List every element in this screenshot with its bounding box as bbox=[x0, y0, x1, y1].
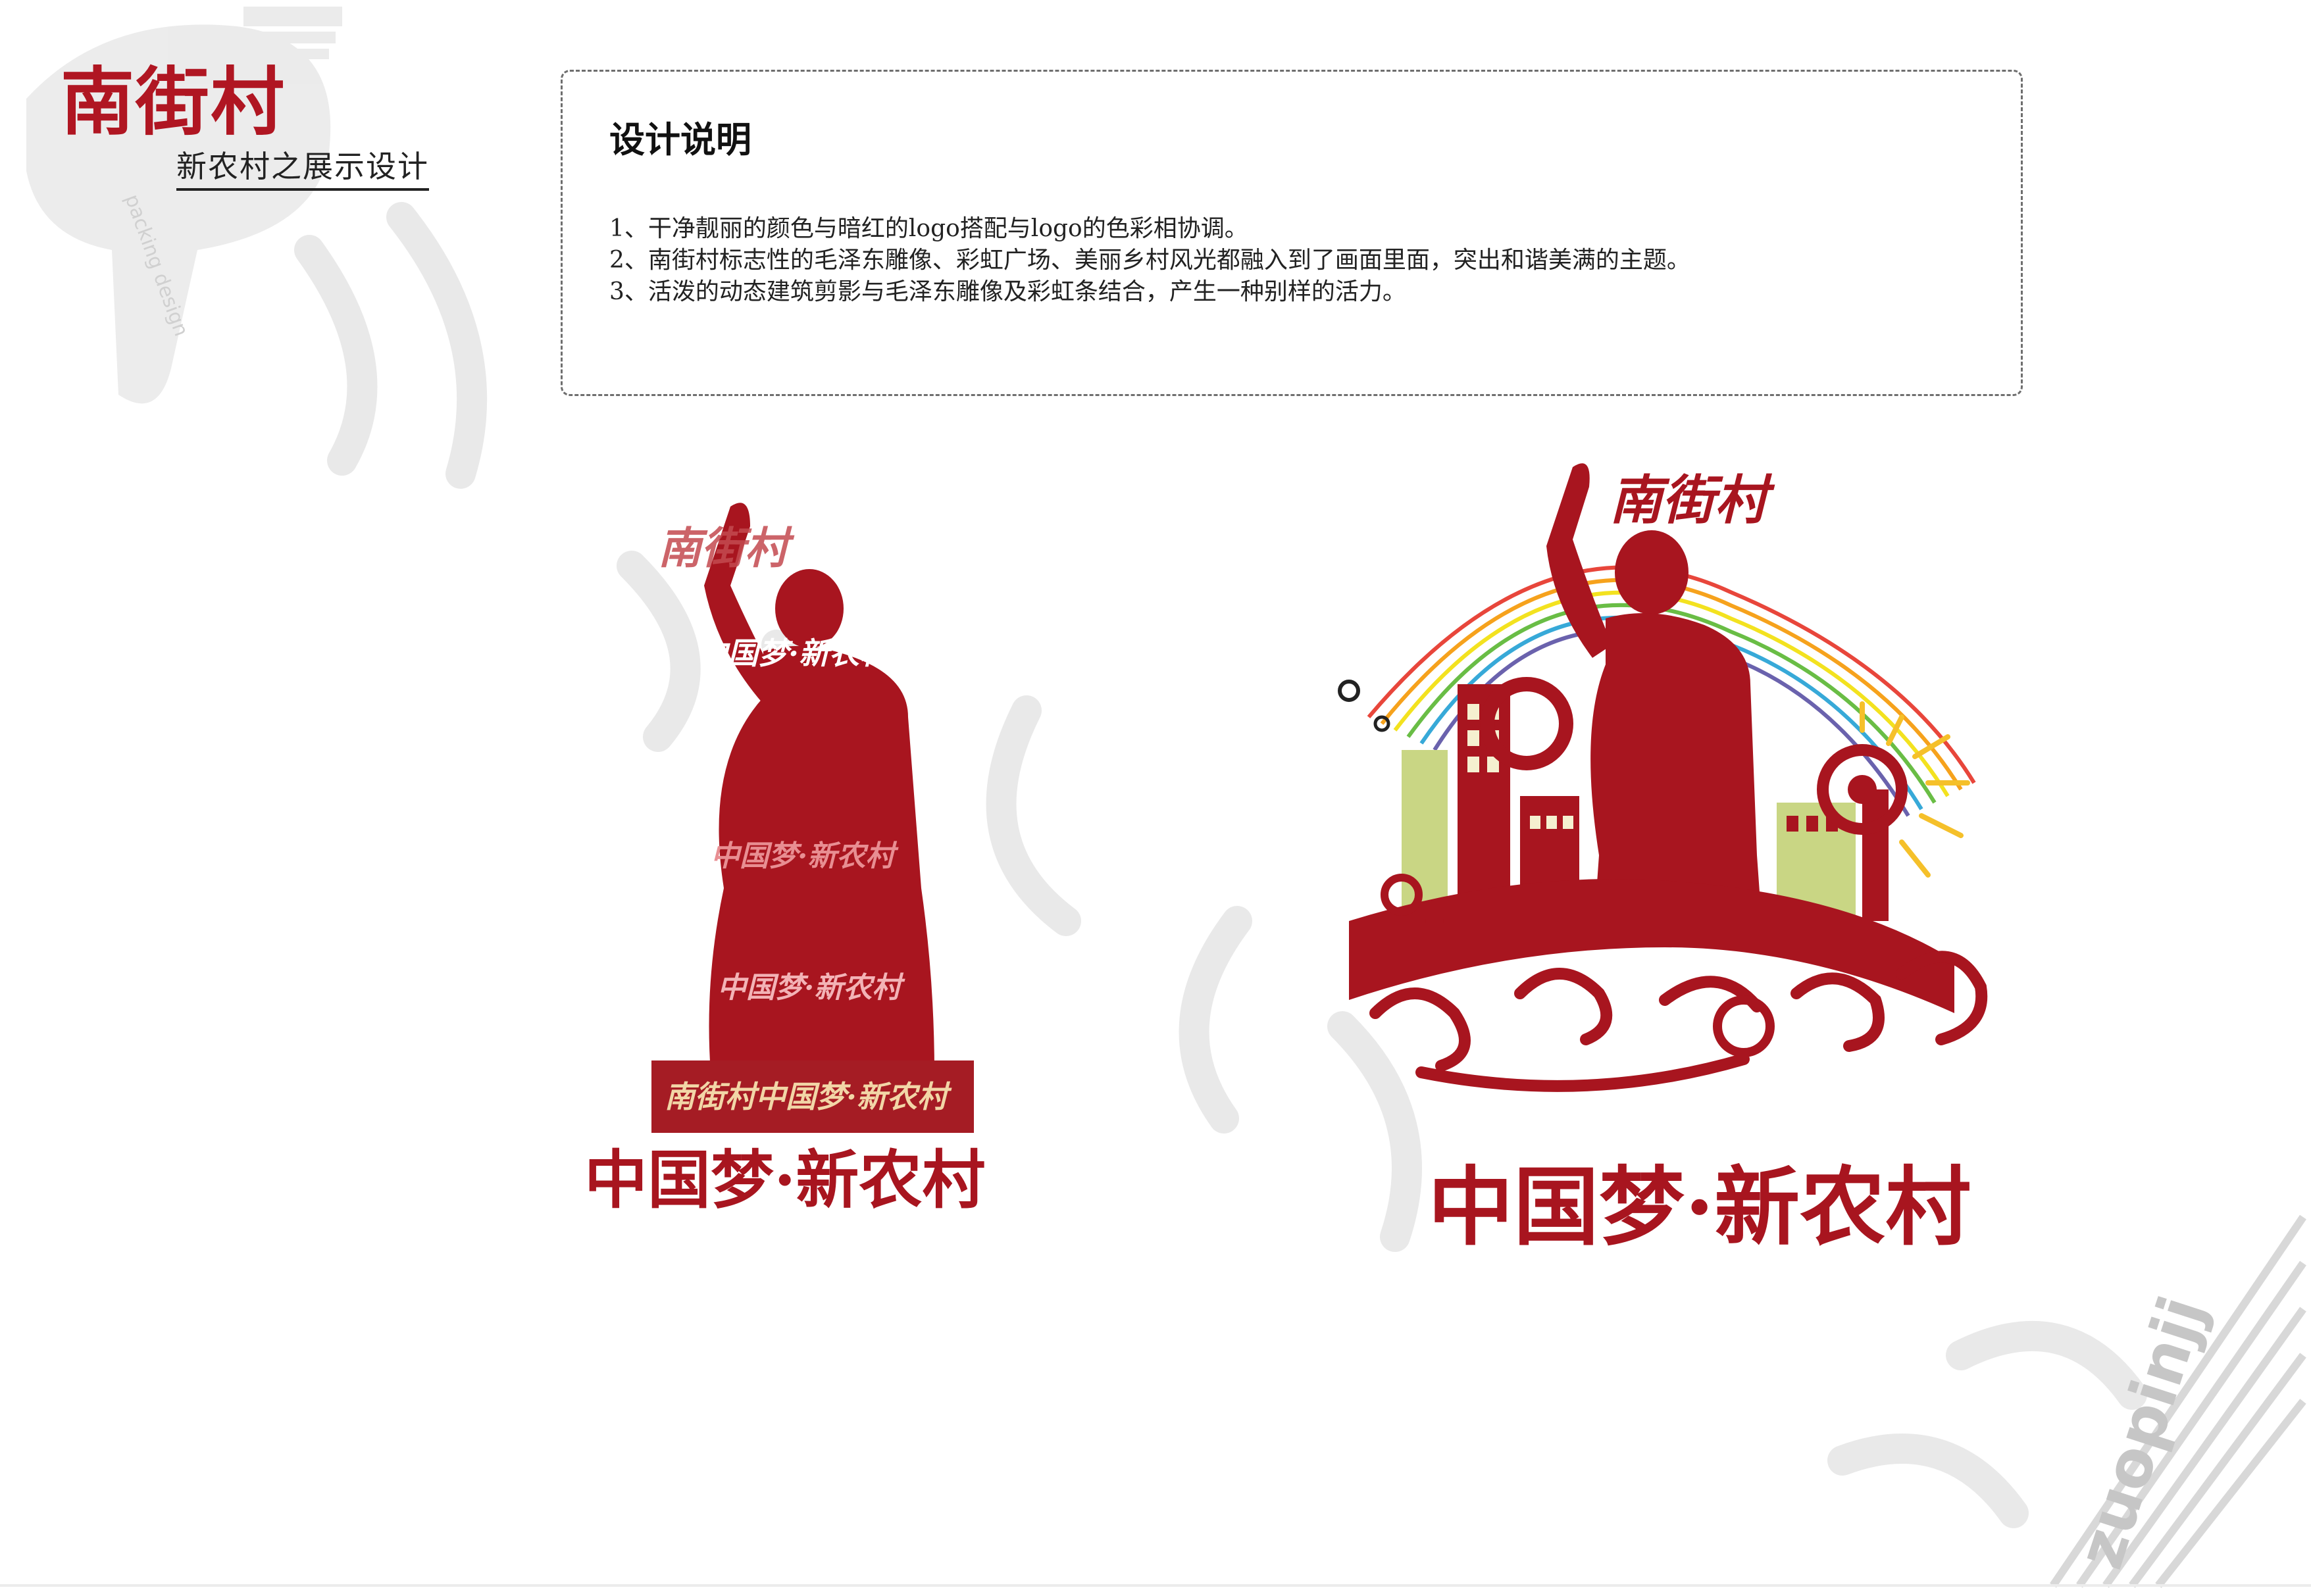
description-item: 3、活泼的动态建筑剪影与毛泽东雕像及彩虹条结合，产生一种别样的活力。 bbox=[609, 278, 1406, 305]
logo-right-illustration bbox=[1338, 463, 1988, 1092]
logo-left-slogan: 中国梦·新农村 bbox=[584, 1143, 986, 1217]
brand-title: 南街村 bbox=[61, 59, 286, 145]
logo-right-name: 南街村 bbox=[1610, 469, 1767, 531]
description-list: 1、干净靓丽的颜色与暗红的logo搭配与logo的色彩相协调。 2、南街村标志性… bbox=[609, 213, 1690, 308]
logo-left-repeat-text: 中国梦·新农村 bbox=[698, 636, 890, 671]
description-title: 设计说明 bbox=[609, 119, 751, 161]
description-item: 1、干净靓丽的颜色与暗红的logo搭配与logo的色彩相协调。 bbox=[609, 215, 1248, 242]
description-item: 2、南街村标志性的毛泽东雕像、彩虹广场、美丽乡村风光都融入到了画面里面，突出和谐… bbox=[609, 247, 1690, 274]
logo-right-slogan: 中国梦·新农村 bbox=[1428, 1157, 1971, 1257]
logo-left-name: 南街村 bbox=[658, 522, 788, 574]
logo-left-repeat-text: 中国梦·新农村 bbox=[711, 839, 895, 873]
brand-subtitle: 新农村之展示设计 bbox=[176, 151, 429, 191]
logo-left-plaque-text: 南街村中国梦·新农村 bbox=[665, 1079, 948, 1114]
logo-left-repeat-text: 中国梦·新农村 bbox=[717, 971, 902, 1005]
